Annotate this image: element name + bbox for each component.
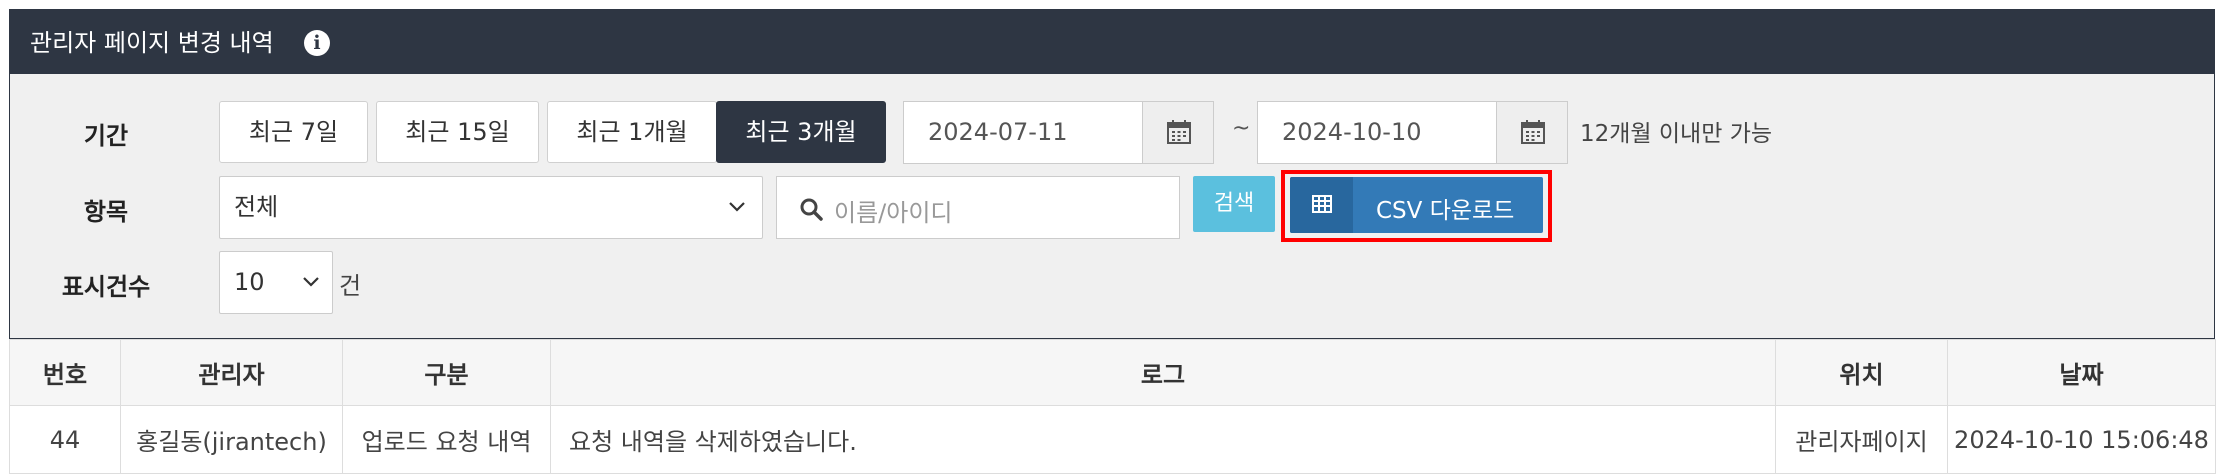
period-button-3months[interactable]: 최근 3개월 [716, 101, 886, 163]
start-date-input[interactable]: 2024-07-11 [903, 101, 1143, 164]
column-header-log: 로그 [550, 339, 1776, 406]
panel-header: 관리자 페이지 변경 내역 i [10, 10, 2214, 74]
log-table: 번호 관리자 구분 로그 위치 날짜 44 홍길동(jirantech) 업로드… [9, 339, 2216, 474]
search-button[interactable]: 검색 [1193, 176, 1275, 232]
search-placeholder: 이름/아이디 [834, 199, 953, 227]
search-input[interactable]: 이름/아이디 [776, 176, 1180, 239]
calendar-icon [1167, 120, 1191, 144]
column-header-number: 번호 [9, 339, 121, 406]
calendar-icon [1521, 120, 1545, 144]
filter-panel: 관리자 페이지 변경 내역 i 기간 최근 7일 최근 15일 최근 1개월 최… [9, 9, 2215, 339]
csv-button-label: CSV 다운로드 [1376, 198, 1515, 224]
count-select[interactable]: 10 [219, 251, 333, 314]
end-date-input[interactable]: 2024-10-10 [1257, 101, 1497, 164]
column-header-admin: 관리자 [120, 339, 343, 406]
table-grid-icon [1312, 195, 1332, 213]
cell-date: 2024-10-10 15:06:48 [1947, 405, 2216, 474]
item-select[interactable]: 전체 [219, 176, 763, 239]
cell-admin: 홍길동(jirantech) [120, 405, 343, 474]
table-header-row: 번호 관리자 구분 로그 위치 날짜 [9, 339, 2216, 406]
period-button-1month[interactable]: 최근 1개월 [547, 101, 717, 163]
count-select-value: 10 [234, 268, 265, 296]
period-button-7days[interactable]: 최근 7일 [219, 101, 368, 163]
chevron-down-icon [303, 277, 319, 287]
item-label: 항목 [83, 198, 129, 226]
range-note: 12개월 이내만 가능 [1580, 121, 1773, 147]
end-date-calendar-button[interactable] [1496, 101, 1568, 164]
period-button-15days[interactable]: 최근 15일 [376, 101, 539, 163]
cell-log: 요청 내역을 삭제하였습니다. [550, 405, 1776, 474]
panel-title: 관리자 페이지 변경 내역 [30, 29, 274, 57]
table-row: 44 홍길동(jirantech) 업로드 요청 내역 요청 내역을 삭제하였습… [9, 405, 2216, 474]
start-date-calendar-button[interactable] [1142, 101, 1214, 164]
cell-location: 관리자페이지 [1775, 405, 1948, 474]
csv-icon-area [1290, 177, 1353, 233]
info-circle-icon[interactable]: i [304, 30, 330, 56]
chevron-down-icon [729, 202, 745, 212]
date-range-separator: ~ [1232, 116, 1251, 141]
cell-type: 업로드 요청 내역 [342, 405, 551, 474]
count-label: 표시건수 [61, 273, 151, 301]
column-header-date: 날짜 [1947, 339, 2216, 406]
period-label: 기간 [83, 122, 129, 150]
item-select-value: 전체 [234, 193, 279, 221]
cell-number: 44 [9, 405, 121, 474]
column-header-type: 구분 [342, 339, 551, 406]
count-unit: 건 [339, 272, 362, 300]
csv-download-button[interactable]: CSV 다운로드 [1290, 177, 1543, 233]
search-icon [800, 198, 823, 221]
column-header-location: 위치 [1775, 339, 1948, 406]
